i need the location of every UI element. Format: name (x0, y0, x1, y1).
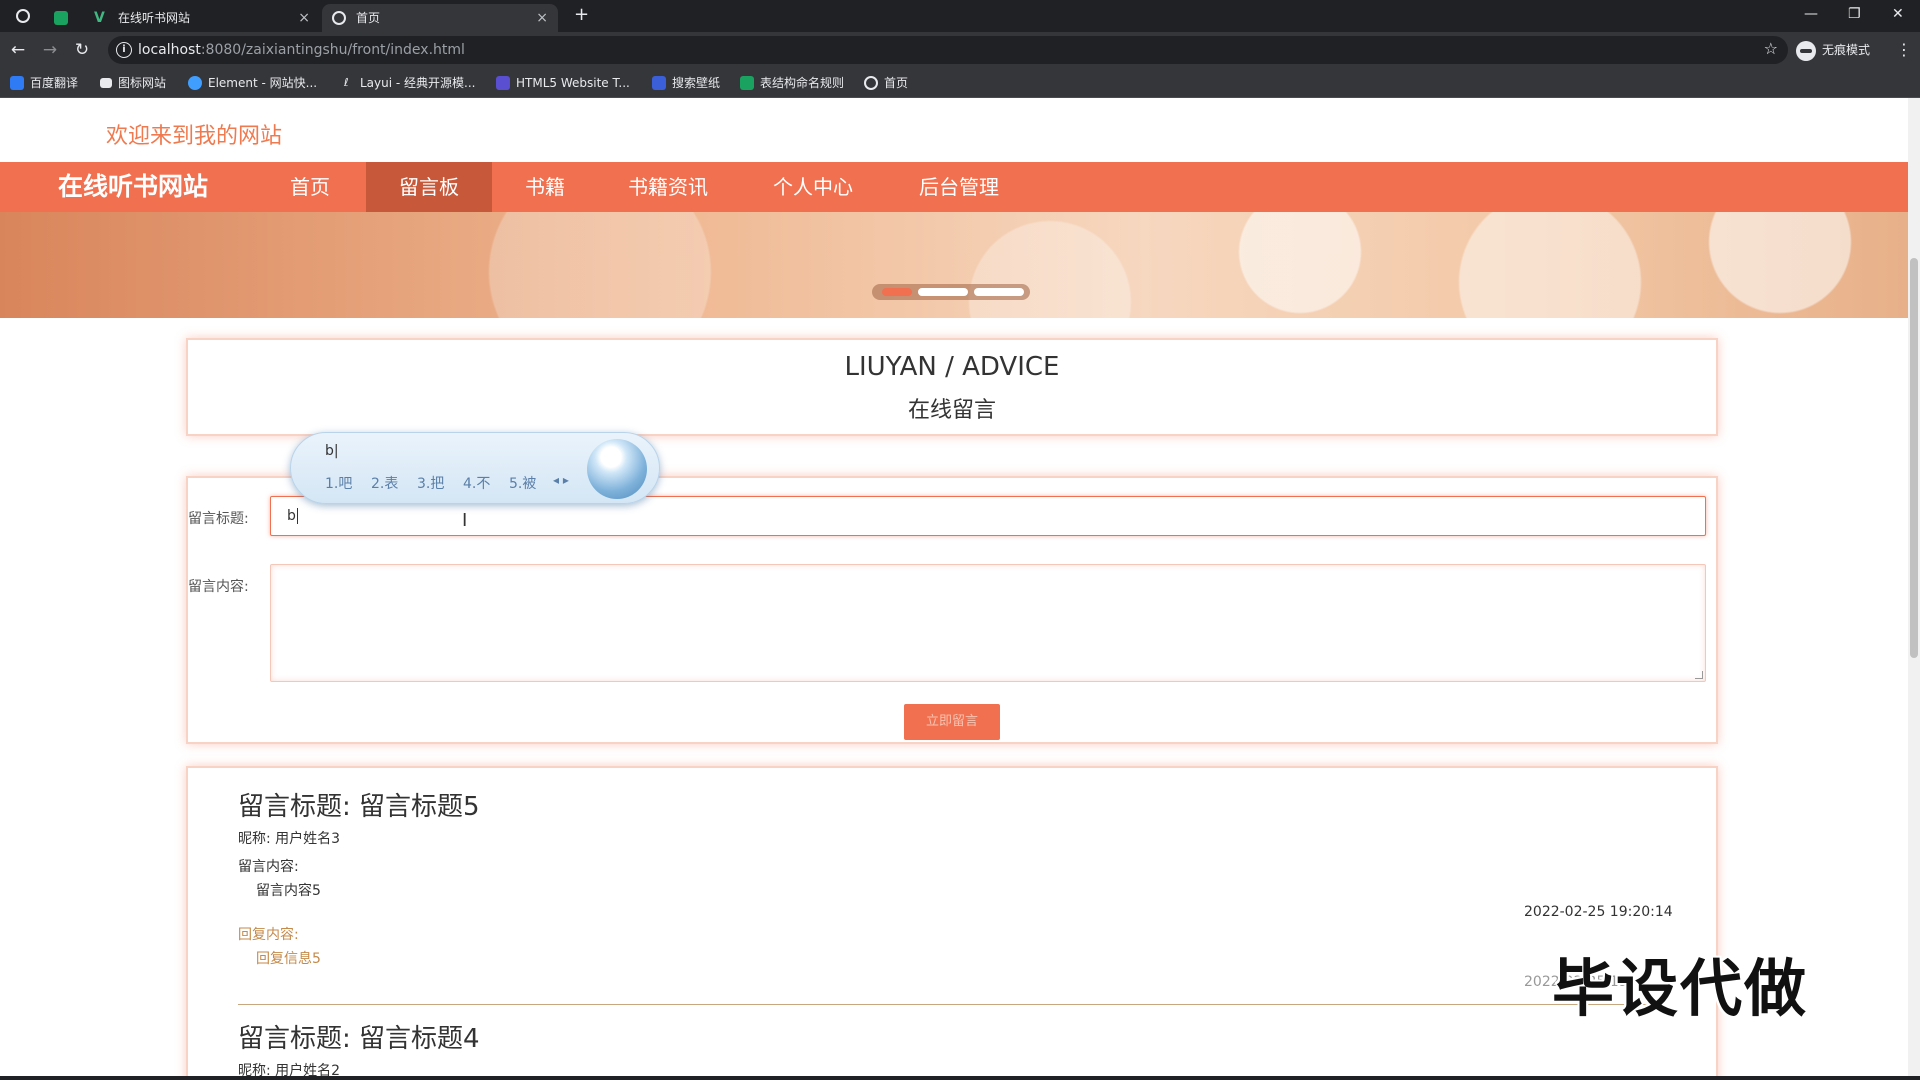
ime-page-arrows-icon[interactable]: ◂ ▸ (553, 473, 569, 487)
close-window-button[interactable]: ✕ (1892, 6, 1904, 22)
banner-carousel (0, 212, 1908, 318)
title-field-label: 留言标题: (188, 511, 249, 527)
browser-menu-icon[interactable]: ⋮ (1896, 40, 1912, 59)
message-nickname: 昵称: 用户姓名3 (238, 831, 341, 847)
window-bottom-edge (0, 1076, 1920, 1080)
message-time: 2022-02-25 19:20:14 (1524, 904, 1673, 920)
reply-label: 回复内容: (238, 927, 299, 943)
url-text: localhost:8080/zaixiantingshu/front/inde… (138, 42, 465, 58)
section-header: LIUYAN / ADVICE 在线留言 (186, 338, 1718, 436)
layui-logo-icon: ℓ (344, 75, 349, 89)
page-viewport: 欢迎来到我的网站 在线听书网站 首页 留言板 书籍 书籍资讯 个人中心 后台管理… (0, 98, 1908, 1076)
minimize-button[interactable]: — (1804, 6, 1818, 22)
bookmark-baidu-fanyi[interactable]: 百度翻译 (10, 68, 78, 98)
welcome-text: 欢迎来到我的网站 (106, 124, 283, 149)
scrollbar-thumb[interactable] (1910, 258, 1918, 658)
carousel-dot-3[interactable] (974, 288, 1024, 296)
incognito-indicator[interactable]: 无痕模式 (1796, 40, 1871, 61)
bookmark-layui[interactable]: ℓ Layui - 经典开源模... (344, 68, 475, 98)
browser-tab-strip: V 在线听书网站 × 首页 × + — ❐ ✕ (0, 0, 1920, 32)
ime-candidate[interactable]: 1.吧 (325, 473, 352, 493)
site-info-icon[interactable]: i (116, 42, 132, 58)
screen: V 在线听书网站 × 首页 × + — ❐ ✕ ← → ↻ i localhos… (0, 0, 1920, 1080)
message-content-textarea[interactable] (270, 564, 1706, 682)
ime-candidate[interactable]: 5.被 (509, 473, 536, 493)
message-divider (238, 1004, 1664, 1005)
section-title-en: LIUYAN / ADVICE (844, 352, 1060, 382)
globe-icon (332, 11, 346, 25)
html5-template-icon (496, 75, 510, 90)
new-tab-button[interactable]: + (574, 4, 589, 25)
ime-candidate-window: b| 1.吧 2.表 3.把 4.不 5.被 ◂ ▸ (290, 432, 660, 504)
tab-sheet[interactable] (44, 4, 84, 32)
address-bar[interactable]: i localhost:8080/zaixiantingshu/front/in… (108, 36, 1788, 64)
message-nickname: 昵称: 用户姓名2 (238, 1063, 341, 1076)
browser-toolbar: ← → ↻ i localhost:8080/zaixiantingshu/fr… (0, 32, 1920, 68)
message-list: 留言标题: 留言标题5 昵称: 用户姓名3 留言内容: 留言内容5 2022-0… (186, 766, 1718, 1076)
sheet-icon (54, 11, 68, 25)
message-form: 留言标题: b 留言内容: 立即留言 (186, 476, 1718, 744)
ime-composition: b| (325, 443, 339, 459)
tab-home[interactable]: 首页 × (322, 4, 558, 32)
ime-candidate[interactable]: 3.把 (417, 473, 444, 493)
submit-message-button[interactable]: 立即留言 (904, 704, 1000, 740)
nav-books[interactable]: 书籍 (500, 162, 590, 212)
tab-close-icon[interactable]: × (298, 4, 310, 32)
chrome-menu-icon[interactable] (16, 9, 30, 23)
reload-button[interactable]: ↻ (72, 40, 92, 60)
nav-admin[interactable]: 后台管理 (898, 162, 1020, 212)
sheet-icon (740, 75, 754, 90)
incognito-icon (1796, 40, 1816, 61)
site-navbar: 在线听书网站 首页 留言板 书籍 书籍资讯 个人中心 后台管理 (0, 162, 1908, 212)
forward-button[interactable]: → (40, 40, 60, 60)
nav-message-board[interactable]: 留言板 (366, 162, 492, 212)
ime-logo-icon (587, 439, 647, 499)
nav-home[interactable]: 首页 (262, 162, 358, 212)
element-logo-icon (188, 75, 202, 90)
vue-logo-icon: V (94, 10, 105, 26)
bookmark-star-icon[interactable]: ☆ (1764, 39, 1778, 58)
bookmark-html5-templates[interactable]: HTML5 Website T... (496, 68, 630, 98)
nav-personal-center[interactable]: 个人中心 (752, 162, 874, 212)
carousel-indicators (872, 284, 1030, 300)
bookmark-table-naming[interactable]: 表结构命名规则 (740, 68, 844, 98)
incognito-label: 无痕模式 (1822, 43, 1871, 57)
bookmark-element[interactable]: Element - 网站快... (188, 68, 317, 98)
message-title: 留言标题: 留言标题4 (238, 1024, 480, 1054)
flag-icon (100, 77, 112, 88)
site-brand[interactable]: 在线听书网站 (58, 162, 208, 212)
wallpaper-icon (652, 75, 666, 90)
tab-close-icon[interactable]: × (536, 4, 548, 32)
section-title-cn: 在线留言 (907, 398, 996, 423)
content-field-label: 留言内容: (188, 579, 249, 595)
message-content-label: 留言内容: (238, 859, 299, 875)
resize-handle-icon[interactable] (1695, 671, 1703, 679)
carousel-dot-1[interactable] (882, 288, 912, 296)
watermark-text: 毕设代做 (1552, 952, 1809, 1025)
bookmark-icon-site[interactable]: 图标网站 (100, 68, 166, 98)
carousel-dot-2[interactable] (918, 288, 968, 296)
globe-icon (864, 75, 878, 90)
ime-candidate[interactable]: 4.不 (463, 473, 490, 493)
reply-content: 回复信息5 (256, 951, 321, 967)
restore-button[interactable]: ❐ (1848, 6, 1861, 22)
text-cursor-icon: I (462, 510, 468, 531)
bookmark-wallpaper[interactable]: 搜索壁纸 (652, 68, 720, 98)
bookmarks-bar: 百度翻译 图标网站 Element - 网站快... ℓ Layui - 经典开源… (0, 68, 1920, 98)
back-button[interactable]: ← (8, 40, 28, 60)
bookmark-home[interactable]: 首页 (864, 68, 908, 98)
message-content: 留言内容5 (256, 883, 321, 899)
translate-icon (10, 75, 24, 90)
tab-zaixiantingshu[interactable]: V 在线听书网站 × (84, 4, 320, 32)
page-scrollbar[interactable] (1908, 98, 1920, 1076)
tab-title: 首页 (356, 11, 381, 25)
nav-book-news[interactable]: 书籍资讯 (608, 162, 728, 212)
tab-title: 在线听书网站 (118, 11, 191, 25)
text-caret (296, 508, 298, 524)
message-title: 留言标题: 留言标题5 (238, 792, 480, 822)
ime-candidate[interactable]: 2.表 (371, 473, 398, 493)
